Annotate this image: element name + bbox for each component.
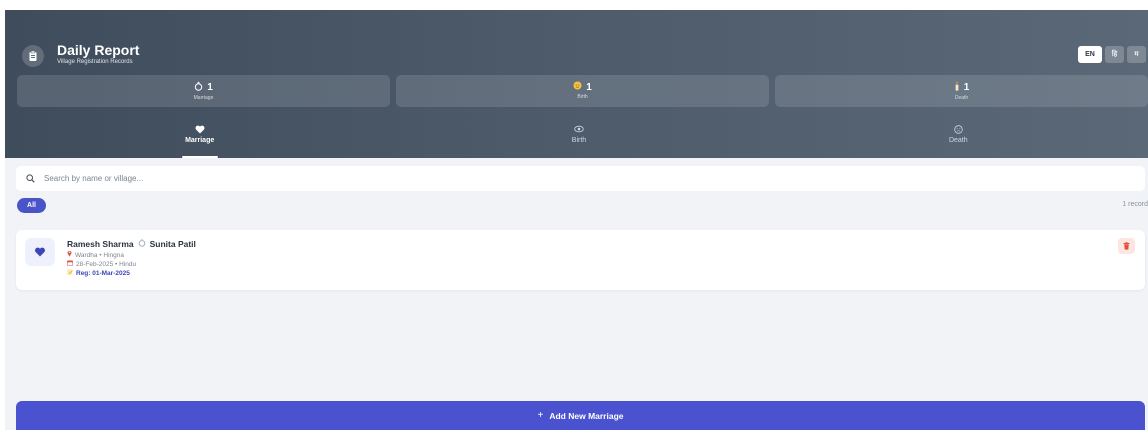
tab-birth[interactable]: Birth bbox=[389, 120, 768, 158]
tab-label: Marriage bbox=[185, 137, 215, 144]
delete-button[interactable] bbox=[1118, 238, 1135, 254]
stat-label: Death bbox=[954, 94, 969, 101]
search-icon bbox=[26, 170, 35, 188]
stat-value: 1 bbox=[207, 81, 213, 93]
record-names: Ramesh Sharma Sunita Patil bbox=[67, 238, 196, 250]
registration-text: Reg: 01-Mar-2025 bbox=[76, 270, 130, 277]
heart-icon bbox=[195, 124, 205, 134]
tab-marriage[interactable]: Marriage bbox=[10, 120, 389, 158]
location-text: Wardha • Hingna bbox=[75, 251, 125, 259]
language-button-hi[interactable]: हि bbox=[1105, 46, 1124, 63]
pin-icon bbox=[67, 250, 72, 260]
app-root: Daily Report Village Registration Record… bbox=[0, 0, 1148, 430]
stats-row: 1 Marriage 1 Birth 1 Death bbox=[17, 75, 1148, 107]
record-date: 28-Feb-2025 • Hindu bbox=[67, 260, 196, 269]
tab-label: Death bbox=[948, 137, 968, 144]
stat-value: 1 bbox=[963, 81, 970, 93]
stat-value: 1 bbox=[586, 81, 592, 93]
filter-chip-all[interactable]: All bbox=[17, 198, 46, 213]
trash-icon bbox=[1123, 237, 1130, 255]
header: Daily Report Village Registration Record… bbox=[5, 10, 1148, 158]
record-details: Ramesh Sharma Sunita Patil Wardha • Hing… bbox=[67, 238, 196, 278]
search-input[interactable] bbox=[44, 174, 544, 183]
calendar-icon bbox=[67, 260, 73, 269]
content-area: All 1 record Ramesh Sharma bbox=[5, 158, 1148, 430]
record-count: 1 record bbox=[1122, 201, 1148, 208]
baby-icon bbox=[573, 81, 582, 93]
sad-face-icon bbox=[954, 124, 963, 134]
groom-name: Ramesh Sharma bbox=[67, 239, 134, 249]
stat-label: Birth bbox=[577, 94, 588, 100]
filter-row: All 1 record bbox=[16, 198, 1148, 213]
date-text: 28-Feb-2025 • Hindu bbox=[76, 261, 137, 268]
stat-label: Marriage bbox=[193, 94, 214, 101]
record-location: Wardha • Hingna bbox=[67, 250, 196, 260]
candle-icon bbox=[954, 80, 960, 94]
page-title: Daily Report bbox=[57, 42, 140, 58]
add-button-label: Add New Marriage bbox=[549, 410, 624, 421]
top-strip bbox=[0, 0, 1148, 10]
language-button-en[interactable]: EN bbox=[1078, 46, 1102, 63]
eye-icon bbox=[574, 124, 584, 134]
stat-card-birth: 1 Birth bbox=[396, 75, 769, 107]
title-block: Daily Report Village Registration Record… bbox=[57, 43, 139, 67]
ring-icon bbox=[194, 81, 203, 94]
stat-card-marriage: 1 Marriage bbox=[17, 75, 390, 107]
language-button-mr[interactable]: म bbox=[1127, 46, 1146, 63]
ring-icon bbox=[138, 238, 146, 250]
memo-icon bbox=[67, 269, 73, 278]
record-registration: Reg: 01-Mar-2025 bbox=[67, 269, 196, 278]
clipboard-icon bbox=[22, 45, 44, 67]
language-switcher: EN हि म bbox=[1078, 46, 1146, 63]
stat-card-death: 1 Death bbox=[775, 75, 1148, 107]
tab-label: Birth bbox=[571, 137, 587, 144]
title-row: Daily Report Village Registration Record… bbox=[5, 40, 1148, 70]
bride-name: Sunita Patil bbox=[149, 239, 196, 249]
record-card[interactable]: Ramesh Sharma Sunita Patil Wardha • Hing… bbox=[16, 230, 1145, 290]
add-new-marriage-button[interactable]: + Add New Marriage bbox=[16, 401, 1145, 430]
search-bar bbox=[16, 166, 1145, 191]
tab-bar: Marriage Birth Death bbox=[10, 120, 1148, 158]
plus-icon: + bbox=[537, 409, 544, 421]
tab-death[interactable]: Death bbox=[769, 120, 1148, 158]
heart-icon bbox=[25, 238, 55, 266]
page-subtitle: Village Registration Records bbox=[57, 59, 133, 65]
